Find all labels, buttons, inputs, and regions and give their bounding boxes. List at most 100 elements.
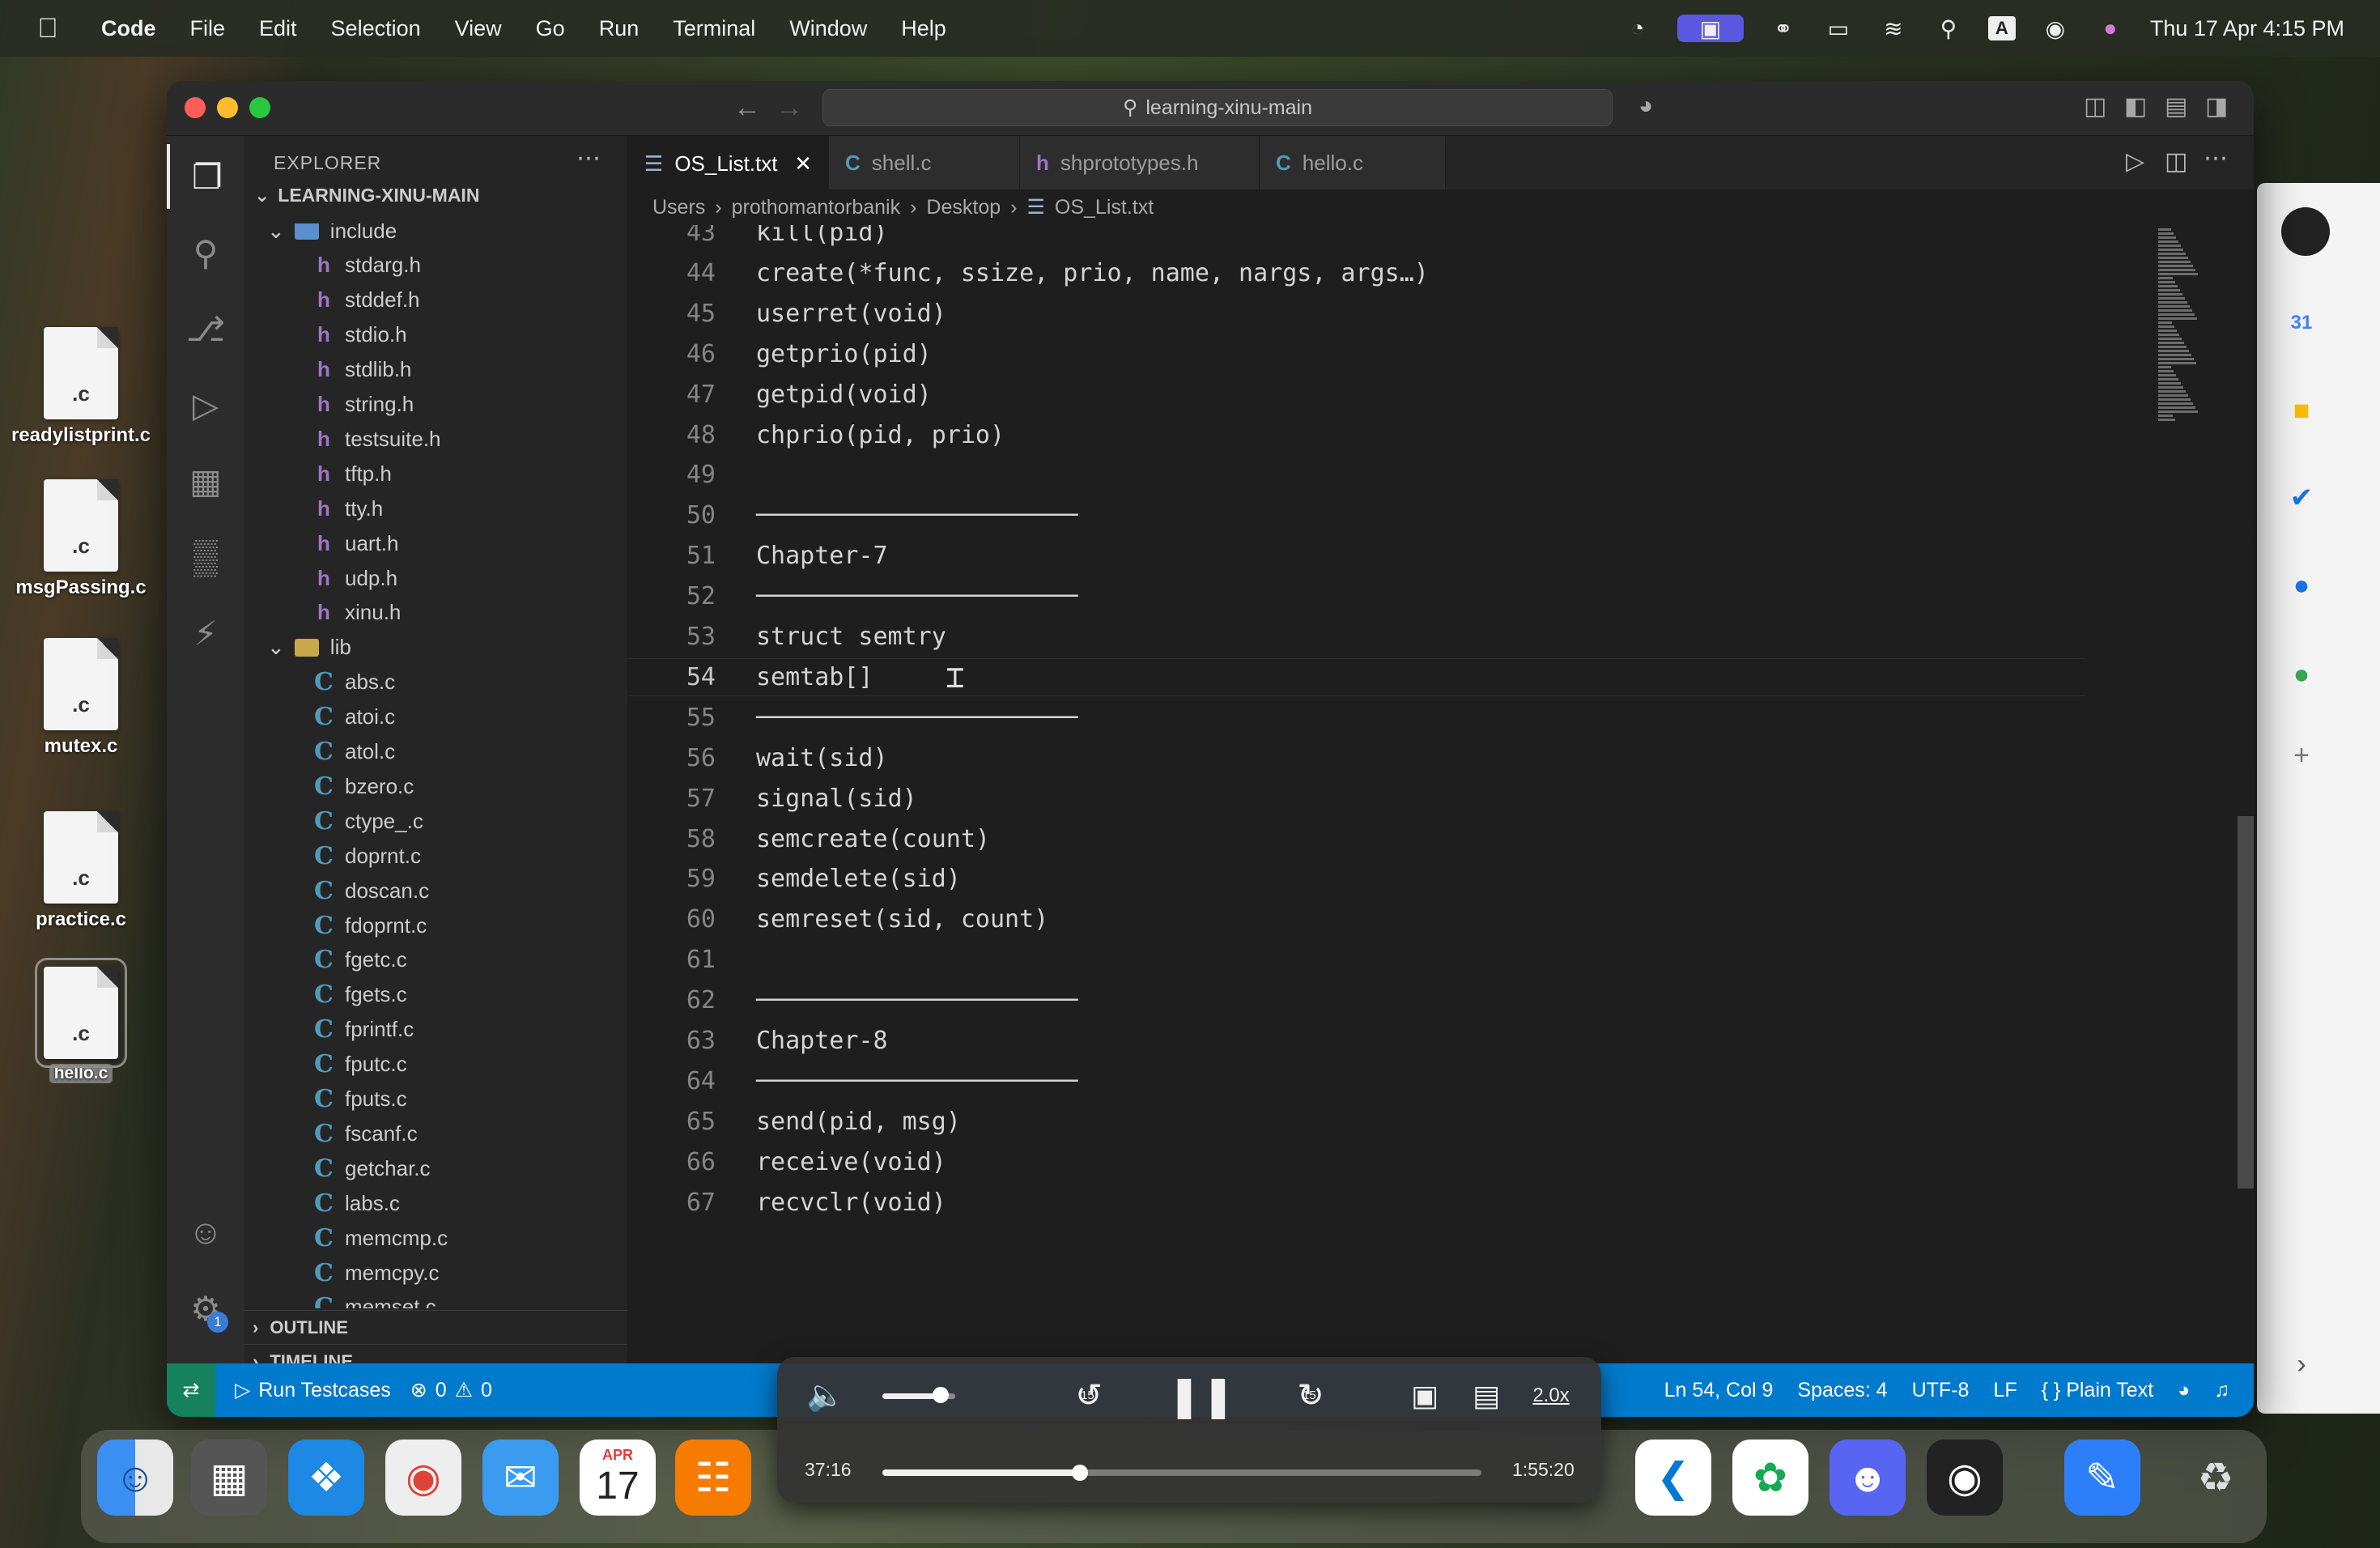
- siri-icon[interactable]: ●: [2095, 15, 2126, 42]
- finder-icon[interactable]: ☺: [97, 1440, 173, 1516]
- tree-file[interactable]: h stdlib.h: [244, 353, 627, 387]
- minimap[interactable]: [2158, 225, 2239, 436]
- menu-clock[interactable]: Thu 17 Apr 4:15 PM: [2150, 16, 2344, 41]
- tree-file[interactable]: Cctype_.c: [244, 804, 627, 838]
- tree-file[interactable]: Cdoprnt.c: [244, 839, 627, 873]
- headphones-icon[interactable]: ⚭: [1768, 15, 1799, 42]
- progress-knob[interactable]: [1072, 1465, 1089, 1481]
- tree-folder[interactable]: ⌄ lib: [244, 631, 627, 665]
- desktop-file[interactable]: .c mutex.c: [0, 638, 162, 758]
- vscode-icon[interactable]: ❮: [1635, 1440, 1711, 1516]
- minimize-window-button[interactable]: [217, 97, 238, 118]
- code-line[interactable]: 66 receive(void): [628, 1143, 2085, 1181]
- zoom-window-button[interactable]: [249, 97, 270, 118]
- run-debug-icon[interactable]: ▷: [167, 372, 244, 437]
- code-line[interactable]: 51 Chapter-7: [628, 537, 2085, 575]
- copilot-status-icon[interactable]: ◕: [2178, 1379, 2190, 1402]
- run-testcases-button[interactable]: ▷ Run Testcases: [235, 1378, 391, 1402]
- menu-run[interactable]: Run: [599, 16, 640, 41]
- menu-go[interactable]: Go: [536, 16, 565, 41]
- tree-file[interactable]: Cfscanf.c: [244, 1116, 627, 1150]
- discord-icon[interactable]: ☻: [1830, 1440, 1906, 1516]
- code-line[interactable]: 53 struct semtry: [628, 618, 2085, 656]
- tree-file[interactable]: Cbzero.c: [244, 769, 627, 803]
- tree-file[interactable]: Cdoscan.c: [244, 874, 627, 908]
- editor-scrollbar[interactable]: [2238, 816, 2254, 1189]
- tab-shprototypes-h[interactable]: h shprototypes.h: [1020, 136, 1260, 189]
- extensions-icon[interactable]: ▦: [167, 449, 244, 513]
- encoding[interactable]: UTF-8: [1912, 1379, 1970, 1402]
- menu-window[interactable]: Window: [789, 16, 867, 41]
- tree-file[interactable]: h tftp.h: [244, 457, 627, 491]
- chevron-right-icon[interactable]: ›: [2281, 1344, 2322, 1384]
- battery-icon[interactable]: ▭: [1823, 15, 1854, 42]
- trash-icon[interactable]: ♻: [2178, 1440, 2254, 1516]
- code-editor[interactable]: 43 kill(pid) 44 create(*func, ssize, prio, …: [628, 225, 2254, 1363]
- split-editor-icon[interactable]: ◫: [2165, 147, 2187, 176]
- tree-file[interactable]: h string.h: [244, 388, 627, 422]
- code-line[interactable]: 59 semdelete(sid): [628, 860, 2085, 898]
- volume-icon[interactable]: 🔈: [801, 1372, 850, 1420]
- code-line[interactable]: 48 chprio(pid, prio): [628, 416, 2085, 454]
- wifi-icon[interactable]: ≋: [1878, 15, 1909, 42]
- tree-file[interactable]: Cfgetc.c: [244, 943, 627, 977]
- tasks-icon[interactable]: ✔: [2281, 478, 2322, 518]
- menu-edit[interactable]: Edit: [259, 16, 297, 41]
- code-line[interactable]: 64 ──────────────────────: [628, 1062, 2085, 1100]
- maps-icon[interactable]: ●: [2281, 654, 2322, 695]
- code-line[interactable]: 62 ──────────────────────: [628, 981, 2085, 1019]
- language-mode[interactable]: { } Plain Text: [2042, 1379, 2154, 1402]
- tree-file[interactable]: h stddef.h: [244, 283, 627, 317]
- notifications-bell-icon[interactable]: ♫: [2214, 1379, 2229, 1402]
- code-line[interactable]: 46 getprio(pid): [628, 335, 2085, 373]
- code-line[interactable]: 49: [628, 456, 2085, 494]
- run-icon[interactable]: ▷: [2126, 147, 2144, 176]
- exit-fullscreen-icon[interactable]: ▤: [1462, 1372, 1511, 1420]
- menu-file[interactable]: File: [190, 16, 226, 41]
- desktop-file[interactable]: .c msgPassing.c: [0, 479, 162, 599]
- books-icon[interactable]: ☷: [675, 1440, 751, 1516]
- launchpad-icon[interactable]: ▦: [191, 1440, 267, 1516]
- tree-file[interactable]: Catoi.c: [244, 700, 627, 734]
- tree-file[interactable]: Cmemcpy.c: [244, 1256, 627, 1290]
- calendar-app-icon[interactable]: APR 17: [580, 1440, 656, 1516]
- playback-speed-button[interactable]: 2.0x: [1525, 1372, 1577, 1420]
- timeline-section[interactable]: › TIMELINE: [244, 1344, 627, 1363]
- tree-file[interactable]: Cfprintf.c: [244, 1013, 627, 1047]
- breadcrumb-item[interactable]: prothomantorbanik: [732, 196, 900, 219]
- explorer-icon[interactable]: ❐: [167, 144, 244, 209]
- globe-icon[interactable]: ◔: [1622, 15, 1653, 42]
- code-line[interactable]: 44 create(*func, ssize, prio, name, nargs…: [628, 254, 2085, 292]
- code-line[interactable]: 63 Chapter-8: [628, 1022, 2085, 1060]
- code-line[interactable]: 47 getpid(void): [628, 376, 2085, 414]
- tree-file[interactable]: Cgetchar.c: [244, 1151, 627, 1185]
- problems-indicator[interactable]: ⊗ 0 ⚠ 0: [410, 1378, 492, 1402]
- volume-knob[interactable]: [933, 1387, 949, 1403]
- breadcrumb-item[interactable]: Users: [652, 196, 705, 219]
- line-ending[interactable]: LF: [1993, 1379, 2017, 1402]
- mongodb-compass-icon[interactable]: ✿: [1732, 1440, 1808, 1516]
- settings-gear-icon[interactable]: ⚙ 1: [167, 1276, 244, 1341]
- back-arrow-icon[interactable]: ←: [733, 92, 761, 124]
- desktop-file[interactable]: .c practice.c: [0, 811, 162, 931]
- menu-selection[interactable]: Selection: [331, 16, 421, 41]
- add-icon[interactable]: +: [2281, 735, 2322, 776]
- breadcrumb-item[interactable]: OS_List.txt: [1055, 196, 1154, 219]
- code-line[interactable]: 57 signal(sid): [628, 780, 2085, 818]
- tree-file[interactable]: Clabs.c: [244, 1186, 627, 1220]
- spotlight-search-icon[interactable]: ⚲: [1933, 15, 1964, 42]
- pause-button[interactable]: ❚❚: [1167, 1372, 1235, 1420]
- code-line[interactable]: 50 ──────────────────────: [628, 496, 2085, 534]
- code-line[interactable]: 45 userret(void): [628, 295, 2085, 333]
- customize-layout-icon[interactable]: ◫: [2084, 92, 2106, 121]
- search-icon[interactable]: ⚲: [167, 220, 244, 285]
- apple-icon[interactable]: : [31, 13, 65, 45]
- tree-file[interactable]: Cfdoprnt.c: [244, 908, 627, 942]
- tree-file[interactable]: h uart.h: [244, 526, 627, 560]
- pencil-app-icon[interactable]: ✎: [2064, 1440, 2140, 1516]
- tree-file[interactable]: Cabs.c: [244, 666, 627, 700]
- menu-app-name[interactable]: Code: [101, 16, 156, 41]
- chart-icon[interactable]: ▒: [167, 525, 244, 589]
- tree-file[interactable]: h tty.h: [244, 491, 627, 525]
- input-source-icon[interactable]: A: [1987, 16, 2016, 40]
